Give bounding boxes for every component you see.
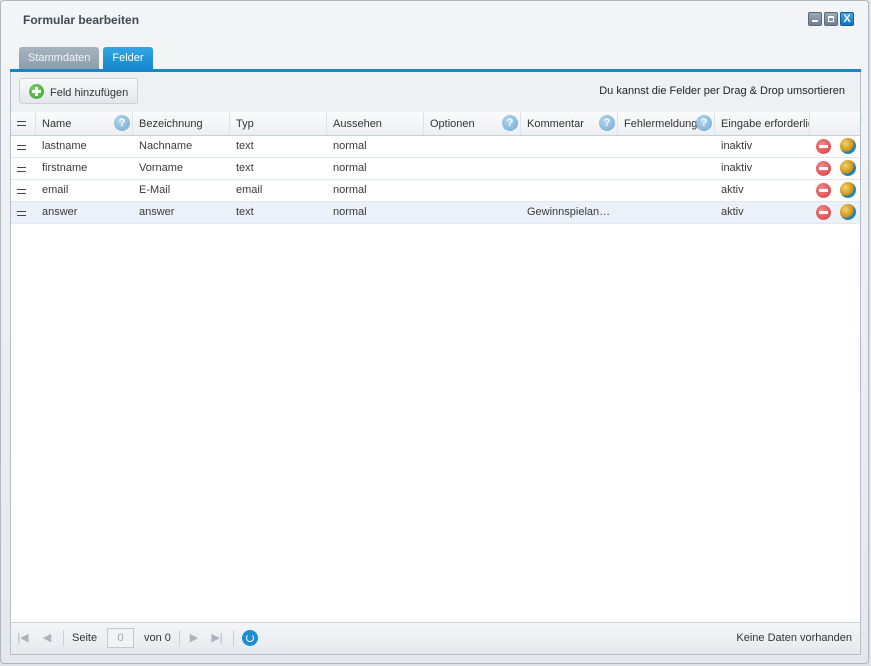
- cell-typ: email: [236, 184, 263, 196]
- cell-kommentar: [521, 158, 618, 179]
- help-icon[interactable]: ?: [502, 115, 518, 131]
- table-row[interactable]: firstname Vorname text normal inaktiv: [11, 158, 860, 180]
- separator: [233, 630, 234, 646]
- drag-drop-hint: Du kannst die Felder per Drag & Drop ums…: [599, 85, 845, 97]
- plus-circle-icon: [29, 84, 44, 99]
- column-header-fehlermeldung-label: Fehlermeldung: [624, 118, 698, 130]
- cell-optionen: [424, 202, 521, 223]
- add-field-label: Feld hinzufügen: [50, 87, 129, 99]
- cell-optionen: [424, 136, 521, 157]
- cell-optionen: [424, 158, 521, 179]
- cell-aussehen: normal: [333, 206, 367, 218]
- cell-name: firstname: [42, 162, 88, 174]
- column-header-aussehen[interactable]: Aussehen: [327, 112, 424, 135]
- column-header-optionen[interactable]: Optionen?: [424, 112, 521, 135]
- globe-icon[interactable]: [840, 138, 856, 154]
- cell-bezeichnung: Nachname: [139, 140, 193, 152]
- delete-icon[interactable]: [816, 161, 831, 176]
- cell-kommentar: [521, 180, 618, 201]
- column-header-typ[interactable]: Typ: [230, 112, 327, 135]
- pagination-bar: |◀ ◀ Seite 0 von 0 ▶ ▶| Keine Daten vorh…: [11, 622, 860, 654]
- cell-bezeichnung: Vorname: [139, 162, 184, 174]
- fields-grid: Name? Bezeichnung Typ Aussehen Optionen?…: [11, 112, 860, 224]
- cell-aussehen: normal: [333, 140, 367, 152]
- column-header-drag: [11, 112, 36, 135]
- separator: [179, 630, 180, 646]
- cell-fehlermeldung: [618, 158, 715, 179]
- globe-icon[interactable]: [840, 160, 856, 176]
- column-header-optionen-label: Optionen: [430, 118, 475, 130]
- table-row[interactable]: answer answer text normal Gewinnspielant…: [11, 202, 860, 224]
- page-input[interactable]: 0: [107, 628, 134, 648]
- tab-bar: Stammdaten Felder: [19, 47, 153, 69]
- prev-page-icon[interactable]: ◀: [41, 632, 53, 644]
- help-icon[interactable]: ?: [114, 115, 130, 131]
- tab-felder[interactable]: Felder: [103, 47, 153, 69]
- cell-fehlermeldung: [618, 180, 715, 201]
- drag-handle-icon[interactable]: [17, 167, 26, 172]
- column-header-bezeichnung[interactable]: Bezeichnung: [133, 112, 230, 135]
- grid-header: Name? Bezeichnung Typ Aussehen Optionen?…: [11, 112, 860, 136]
- fields-panel: Feld hinzufügen Du kannst die Felder per…: [10, 72, 861, 655]
- help-icon[interactable]: ?: [696, 115, 712, 131]
- separator: [63, 630, 64, 646]
- refresh-icon[interactable]: [242, 630, 258, 646]
- next-page-icon[interactable]: ▶: [188, 632, 200, 644]
- drag-handle-icon[interactable]: [17, 211, 26, 216]
- window-title: Formular bearbeiten: [23, 13, 140, 27]
- drag-handle-icon[interactable]: [17, 145, 26, 150]
- column-header-eingabe-erforderlich[interactable]: Eingabe erforderlich: [715, 112, 810, 135]
- minimize-icon[interactable]: [808, 12, 822, 26]
- table-row[interactable]: email E-Mail email normal aktiv: [11, 180, 860, 202]
- window-controls: X: [808, 12, 854, 26]
- page-label: Seite: [72, 632, 98, 644]
- globe-icon[interactable]: [840, 204, 856, 220]
- cell-eingabe-erforderlich: inaktiv: [721, 162, 753, 174]
- cell-name: email: [42, 184, 69, 196]
- column-header-fehlermeldung[interactable]: Fehlermeldung?: [618, 112, 715, 135]
- cell-fehlermeldung: [618, 136, 715, 157]
- cell-kommentar: [521, 136, 618, 157]
- delete-icon[interactable]: [816, 139, 831, 154]
- cell-bezeichnung: E-Mail: [139, 184, 171, 196]
- cell-typ: text: [236, 140, 254, 152]
- window-titlebar[interactable]: Formular bearbeiten X: [1, 1, 868, 35]
- cell-name: lastname: [42, 140, 87, 152]
- close-icon[interactable]: X: [840, 12, 854, 26]
- cell-typ: text: [236, 162, 254, 174]
- last-page-icon[interactable]: ▶|: [211, 632, 223, 644]
- cell-aussehen: normal: [333, 184, 367, 196]
- drag-handle-icon: [17, 121, 26, 126]
- column-header-kommentar-label: Kommentar: [527, 118, 584, 130]
- globe-icon[interactable]: [840, 182, 856, 198]
- help-icon[interactable]: ?: [599, 115, 615, 131]
- cell-name: answer: [42, 206, 78, 218]
- cell-eingabe-erforderlich: inaktiv: [721, 140, 753, 152]
- page-count-label: von 0: [144, 632, 171, 644]
- cell-typ: text: [236, 206, 254, 218]
- first-page-icon[interactable]: |◀: [17, 632, 29, 644]
- cell-aussehen: normal: [333, 162, 367, 174]
- delete-icon[interactable]: [816, 183, 831, 198]
- column-header-name-label: Name: [42, 118, 72, 130]
- cell-eingabe-erforderlich: aktiv: [721, 184, 744, 196]
- column-header-kommentar[interactable]: Kommentar?: [521, 112, 618, 135]
- toolbar: Feld hinzufügen Du kannst die Felder per…: [11, 72, 860, 113]
- cell-eingabe-erforderlich: aktiv: [721, 206, 744, 218]
- drag-handle-icon[interactable]: [17, 189, 26, 194]
- add-field-button[interactable]: Feld hinzufügen: [19, 78, 139, 104]
- cell-bezeichnung: answer: [139, 206, 175, 218]
- form-editor-window: Formular bearbeiten X Stammdaten Felder …: [0, 0, 869, 664]
- maximize-icon[interactable]: [824, 12, 838, 26]
- tab-stammdaten[interactable]: Stammdaten: [19, 47, 100, 69]
- delete-icon[interactable]: [816, 205, 831, 220]
- cell-optionen: [424, 180, 521, 201]
- table-row[interactable]: lastname Nachname text normal inaktiv: [11, 136, 860, 158]
- column-header-name[interactable]: Name?: [36, 112, 133, 135]
- cell-kommentar: Gewinnspielantwort: [527, 206, 613, 218]
- pager-status: Keine Daten vorhanden: [736, 632, 852, 644]
- cell-fehlermeldung: [618, 202, 715, 223]
- column-header-actions: [810, 112, 864, 135]
